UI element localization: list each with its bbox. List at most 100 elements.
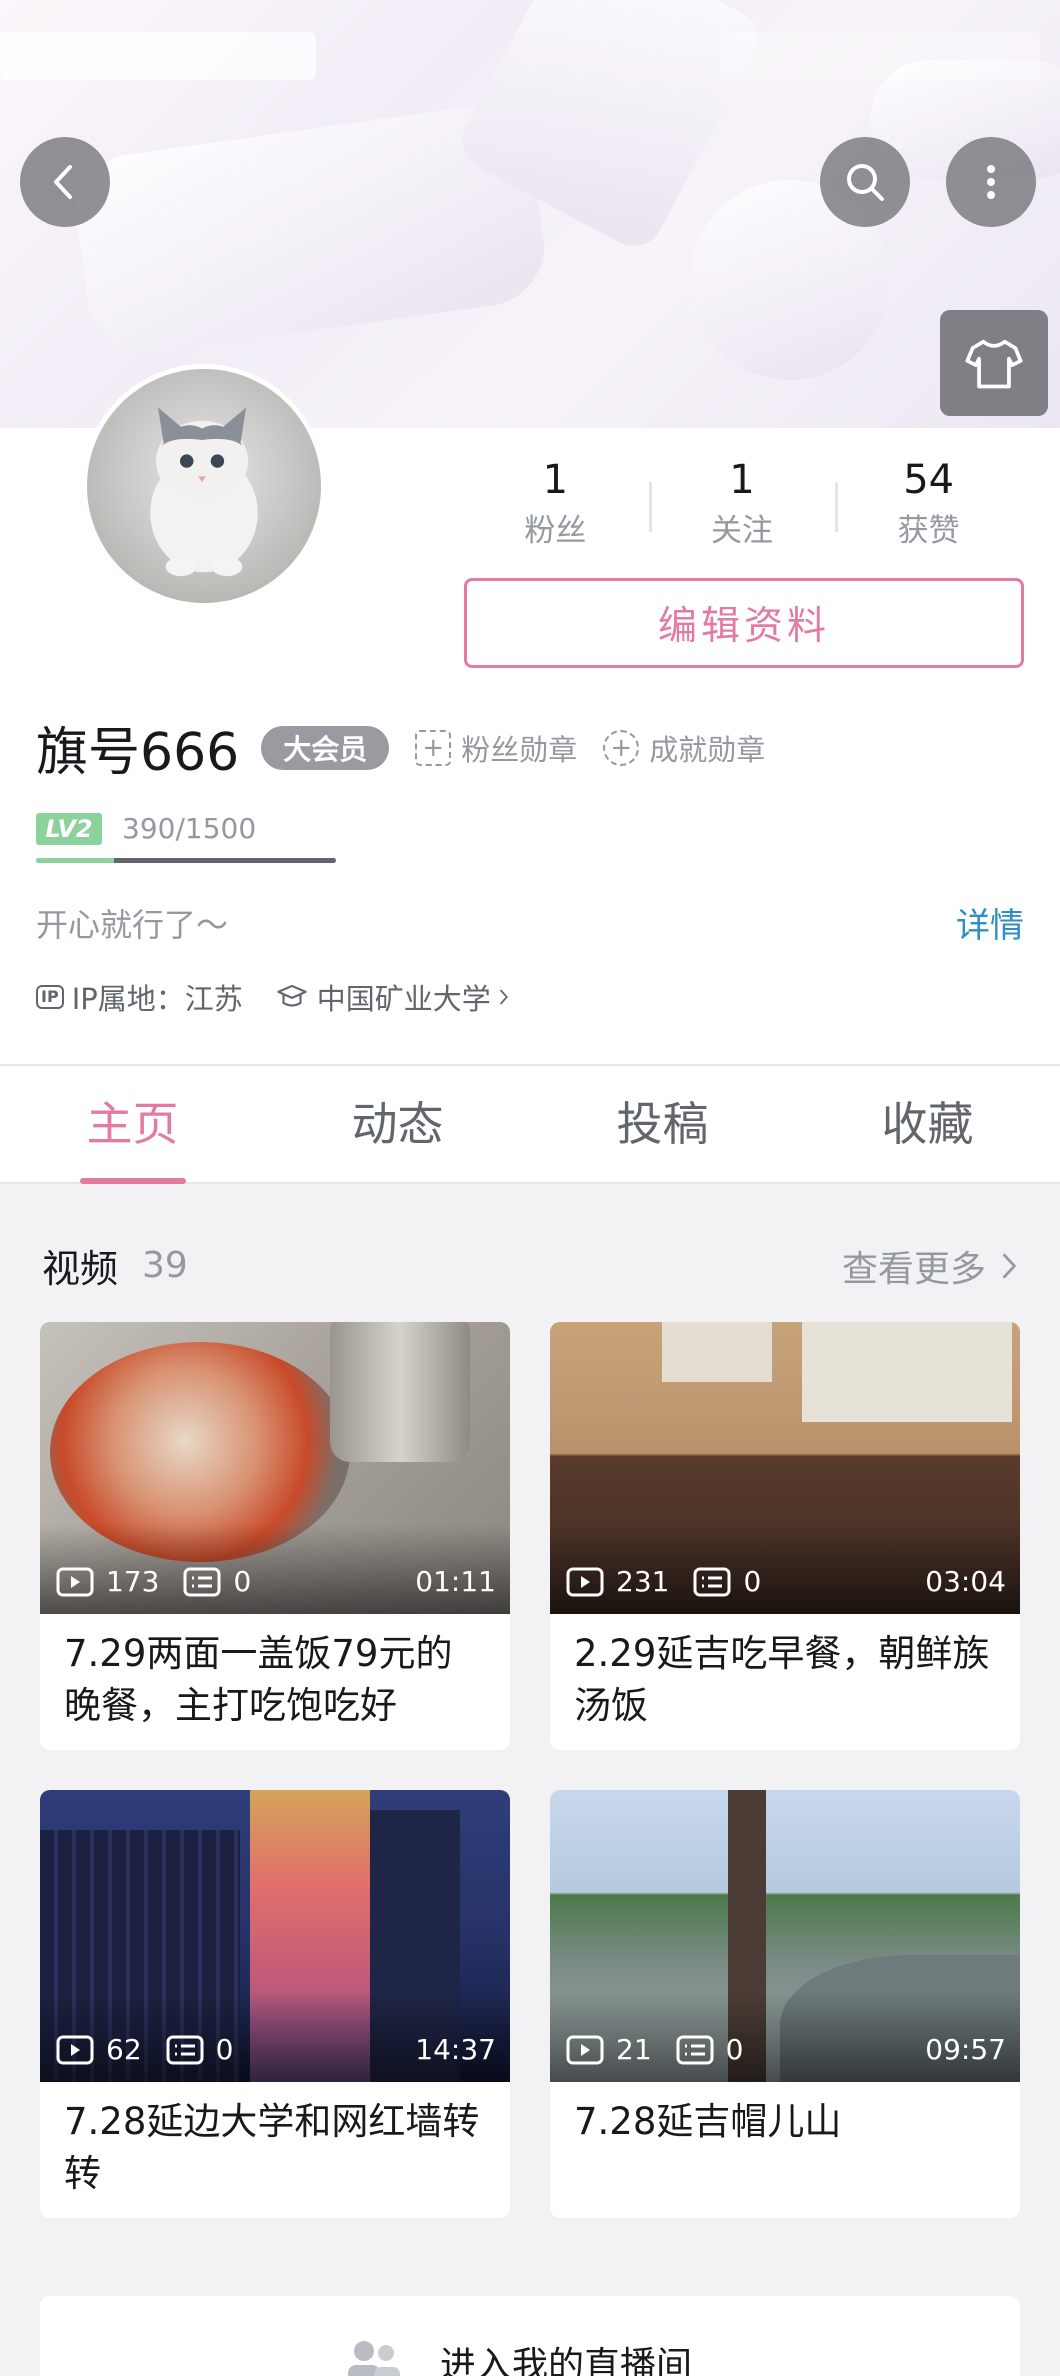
avatar[interactable] xyxy=(82,364,326,608)
comment-icon xyxy=(693,1567,731,1596)
video-thumbnail: 173 0 01:11 xyxy=(40,1322,510,1614)
view-more-label: 查看更多 xyxy=(841,1248,986,1290)
status-bar-left xyxy=(0,32,316,80)
profile-banner xyxy=(0,0,1060,428)
play-icon xyxy=(566,2035,604,2064)
video-card[interactable]: 21 0 09:57 7.28延吉帽儿山 xyxy=(550,1790,1020,2218)
video-meta: 21 0 09:57 xyxy=(566,2033,1006,2066)
fans-label: 粉丝 xyxy=(524,513,587,549)
view-count: 231 xyxy=(616,1565,670,1598)
level-progress-text: 390/1500 xyxy=(122,812,257,845)
video-meta: 62 0 14:37 xyxy=(56,2033,496,2066)
video-title: 7.29两面一盖饭79元的晚餐，主打吃饱吃好 xyxy=(64,1632,453,1727)
more-icon xyxy=(987,165,995,199)
ip-location: IP属地：江苏 xyxy=(71,982,243,1016)
play-icon xyxy=(56,2035,94,2064)
vip-badge[interactable]: 大会员 xyxy=(261,725,390,770)
videos-section-title: 视频 xyxy=(42,1247,119,1291)
back-icon xyxy=(54,165,72,199)
comment-count: 0 xyxy=(215,2033,234,2066)
school-link[interactable]: 中国矿业大学 xyxy=(275,976,511,1018)
fan-medal-button[interactable]: + 粉丝勋章 xyxy=(415,727,577,769)
following-stat[interactable]: 1 关注 xyxy=(648,452,836,554)
chevron-right-icon xyxy=(499,989,508,1005)
video-card[interactable]: 231 0 03:04 2.29延吉吃早餐，朝鲜族汤饭 xyxy=(550,1322,1020,1750)
achievement-medal-button[interactable]: + 成就勋章 xyxy=(603,727,765,769)
tab-uploads[interactable]: 投稿 xyxy=(530,1066,795,1182)
live-room-label: 进入我的直播间 xyxy=(440,2345,693,2376)
view-count: 62 xyxy=(106,2033,142,2066)
video-thumbnail: 21 0 09:57 xyxy=(550,1790,1020,2082)
comment-count: 0 xyxy=(233,1565,252,1598)
video-duration: 09:57 xyxy=(925,2033,1006,2066)
info-row: IP IP属地：江苏 中国矿业大学 xyxy=(36,976,511,1018)
videos-section-header: 视频 39 查看更多 xyxy=(42,1238,1018,1293)
video-duration: 14:37 xyxy=(415,2033,496,2066)
view-count: 173 xyxy=(106,1565,160,1598)
following-label: 关注 xyxy=(711,513,773,549)
level-badge: LV2 xyxy=(36,812,102,845)
view-count: 21 xyxy=(616,2033,652,2066)
search-button[interactable] xyxy=(820,137,910,227)
plus-icon: + xyxy=(603,729,640,766)
people-icon xyxy=(348,2341,400,2376)
view-more-button[interactable]: 查看更多 xyxy=(842,1240,1018,1292)
signature: 开心就行了～ xyxy=(36,906,229,944)
video-duration: 01:11 xyxy=(415,1565,496,1598)
thumbnail-shape xyxy=(802,1322,1012,1422)
comment-count: 0 xyxy=(743,1565,762,1598)
search-icon xyxy=(847,164,884,201)
fans-stat[interactable]: 1 粉丝 xyxy=(462,452,649,554)
video-card[interactable]: 173 0 01:11 7.29两面一盖饭79元的晚餐，主打吃饱吃好 xyxy=(40,1322,510,1750)
following-count: 1 xyxy=(729,457,755,503)
video-card[interactable]: 62 0 14:37 7.28延边大学和网红墙转转 xyxy=(40,1790,510,2218)
achievement-label: 成就勋章 xyxy=(649,732,766,767)
graduation-cap-icon xyxy=(277,984,307,1007)
video-duration: 03:04 xyxy=(925,1565,1006,1598)
comment-icon xyxy=(166,2035,204,2064)
video-title: 7.28延边大学和网红墙转转 xyxy=(64,2100,480,2195)
fan-medal-label: 粉丝勋章 xyxy=(461,732,578,767)
ip-icon: IP xyxy=(36,985,64,1009)
video-meta: 231 0 03:04 xyxy=(566,1565,1006,1598)
tab-bar: 主页 动态 投稿 收藏 xyxy=(0,1064,1060,1184)
video-grid: 173 0 01:11 7.29两面一盖饭79元的晚餐，主打吃饱吃好 231 0… xyxy=(40,1322,1020,2218)
dress-up-button[interactable] xyxy=(940,310,1048,416)
likes-label: 获赞 xyxy=(897,513,960,549)
back-button[interactable] xyxy=(20,137,110,227)
level-progress-fill xyxy=(36,858,114,863)
play-icon xyxy=(566,1567,604,1596)
video-title: 2.29延吉吃早餐，朝鲜族汤饭 xyxy=(574,1632,990,1727)
fans-count: 1 xyxy=(542,457,569,503)
video-thumbnail: 62 0 14:37 xyxy=(40,1790,510,2082)
school-name: 中国矿业大学 xyxy=(316,982,491,1016)
plus-icon: + xyxy=(415,729,452,766)
edit-profile-button[interactable]: 编辑资料 xyxy=(464,578,1024,668)
tab-dynamics[interactable]: 动态 xyxy=(265,1066,530,1182)
shirt-icon xyxy=(965,339,1023,389)
name-row: 旗号666 大会员 + 粉丝勋章 + 成就勋章 xyxy=(36,710,765,785)
likes-stat[interactable]: 54 获赞 xyxy=(835,452,1022,554)
live-room-entry[interactable]: 进入我的直播间 xyxy=(40,2296,1020,2376)
detail-link[interactable]: 详情 xyxy=(956,898,1024,947)
level-row[interactable]: LV2 390/1500 xyxy=(36,812,256,845)
comment-icon xyxy=(676,2035,714,2064)
comment-count: 0 xyxy=(725,2033,744,2066)
likes-count: 54 xyxy=(903,457,955,503)
thumbnail-shape xyxy=(662,1322,772,1382)
chevron-right-icon xyxy=(1002,1252,1017,1279)
tab-home[interactable]: 主页 xyxy=(0,1066,265,1182)
cat-avatar-image xyxy=(150,407,258,577)
play-icon xyxy=(56,1567,94,1596)
comment-icon xyxy=(183,1567,221,1596)
videos-count: 39 xyxy=(142,1245,188,1286)
tab-favorites[interactable]: 收藏 xyxy=(795,1066,1060,1182)
live-room-row: 进入我的直播间 xyxy=(340,2336,692,2376)
video-meta: 173 0 01:11 xyxy=(56,1565,496,1598)
username: 旗号666 xyxy=(36,723,240,783)
stats-row: 1 粉丝 1 关注 54 获赞 xyxy=(462,452,1022,554)
video-thumbnail: 231 0 03:04 xyxy=(550,1322,1020,1614)
thumbnail-shape xyxy=(330,1322,470,1462)
more-button[interactable] xyxy=(946,137,1036,227)
status-bar-right xyxy=(720,32,1040,80)
